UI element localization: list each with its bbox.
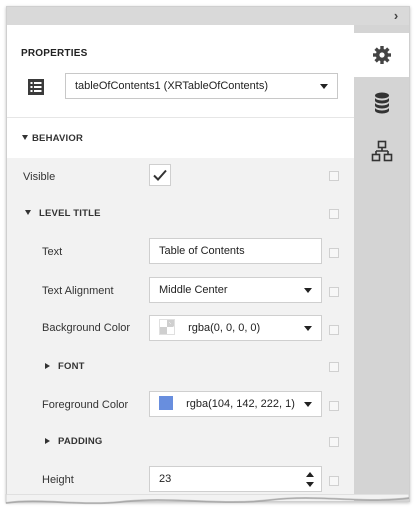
expand-triangle-icon (45, 363, 50, 369)
foreground-color-reset-indicator[interactable] (329, 401, 339, 411)
text-row: Text Table of Contents (7, 234, 354, 272)
tab-properties[interactable] (354, 33, 409, 77)
height-value: 23 (159, 473, 172, 485)
component-selector-value: tableOfContents1 (XRTableOfContents) (75, 80, 269, 92)
behavior-section-label: BEHAVIOR (32, 133, 84, 144)
gear-icon (372, 46, 391, 64)
spin-up-icon[interactable] (306, 472, 314, 477)
background-color-select[interactable]: rgba(0, 0, 0, 0) (149, 315, 322, 341)
font-section-header[interactable]: FONT (7, 349, 354, 383)
height-label: Height (42, 474, 74, 486)
tab-report-explorer[interactable] (354, 129, 409, 173)
visible-label: Visible (23, 171, 56, 183)
hierarchy-icon (371, 140, 392, 162)
background-color-label: Background Color (42, 322, 131, 334)
visible-row: Visible (7, 157, 354, 195)
chevron-down-icon (304, 402, 312, 407)
torn-edge-decoration (5, 494, 410, 505)
font-section-label: FONT (58, 361, 85, 372)
properties-panel: › PROPERTIES tableOfContents1 (XRTableOf… (6, 6, 410, 502)
expand-triangle-icon (45, 438, 50, 444)
text-alignment-value: Middle Center (159, 284, 228, 296)
component-list-icon (28, 79, 44, 95)
tab-field-list[interactable] (354, 81, 409, 125)
background-color-value: rgba(0, 0, 0, 0) (188, 322, 261, 334)
properties-content: PROPERTIES tableOfContents1 (XRTableOfCo… (7, 25, 354, 501)
collapse-triangle-icon (25, 210, 31, 215)
chevron-down-icon (320, 84, 328, 89)
transparent-swatch-icon (159, 319, 175, 336)
text-alignment-row: Text Alignment Middle Center (7, 273, 354, 311)
text-label: Text (42, 246, 63, 258)
database-icon (374, 92, 389, 114)
height-reset-indicator[interactable] (329, 476, 339, 486)
component-selector[interactable]: tableOfContents1 (XRTableOfContents) (65, 73, 338, 99)
text-reset-indicator[interactable] (329, 248, 339, 258)
height-spin-input[interactable]: 23 (149, 466, 322, 492)
color-swatch-icon (159, 396, 173, 411)
padding-section-header[interactable]: PADDING (7, 425, 354, 459)
padding-section-label: PADDING (58, 436, 103, 447)
padding-reset-indicator[interactable] (329, 437, 339, 447)
text-alignment-label: Text Alignment (42, 285, 114, 297)
behavior-section-header[interactable]: BEHAVIOR (7, 117, 354, 158)
foreground-color-label: Foreground Color (42, 399, 129, 411)
font-reset-indicator[interactable] (329, 362, 339, 372)
collapse-chevron-icon[interactable]: › (389, 9, 403, 23)
side-tab-strip (354, 25, 409, 501)
checkmark-icon (153, 169, 167, 181)
chevron-down-icon (304, 326, 312, 331)
collapse-triangle-icon (22, 135, 28, 140)
text-alignment-reset-indicator[interactable] (329, 287, 339, 297)
panel-top-bar: › (7, 7, 409, 25)
chevron-down-icon (304, 288, 312, 293)
level-title-section-label: LEVEL TITLE (39, 208, 101, 219)
foreground-color-value: rgba(104, 142, 222, 1) (186, 398, 295, 410)
text-input-value: Table of Contents (159, 245, 245, 257)
foreground-color-select[interactable]: rgba(104, 142, 222, 1) (149, 391, 322, 417)
properties-header: PROPERTIES tableOfContents1 (XRTableOfCo… (7, 25, 354, 117)
foreground-color-row: Foreground Color rgba(104, 142, 222, 1) (7, 386, 354, 424)
visible-checkbox[interactable] (149, 164, 171, 186)
text-input[interactable]: Table of Contents (149, 238, 322, 264)
level-title-section-header[interactable]: LEVEL TITLE (7, 195, 354, 231)
visible-reset-indicator[interactable] (329, 171, 339, 181)
level-title-reset-indicator[interactable] (329, 209, 339, 219)
background-color-reset-indicator[interactable] (329, 325, 339, 335)
text-alignment-select[interactable]: Middle Center (149, 277, 322, 303)
panel-title: PROPERTIES (21, 48, 88, 59)
background-color-row: Background Color rgba(0, 0, 0, 0) (7, 310, 354, 348)
spin-down-icon[interactable] (306, 482, 314, 487)
